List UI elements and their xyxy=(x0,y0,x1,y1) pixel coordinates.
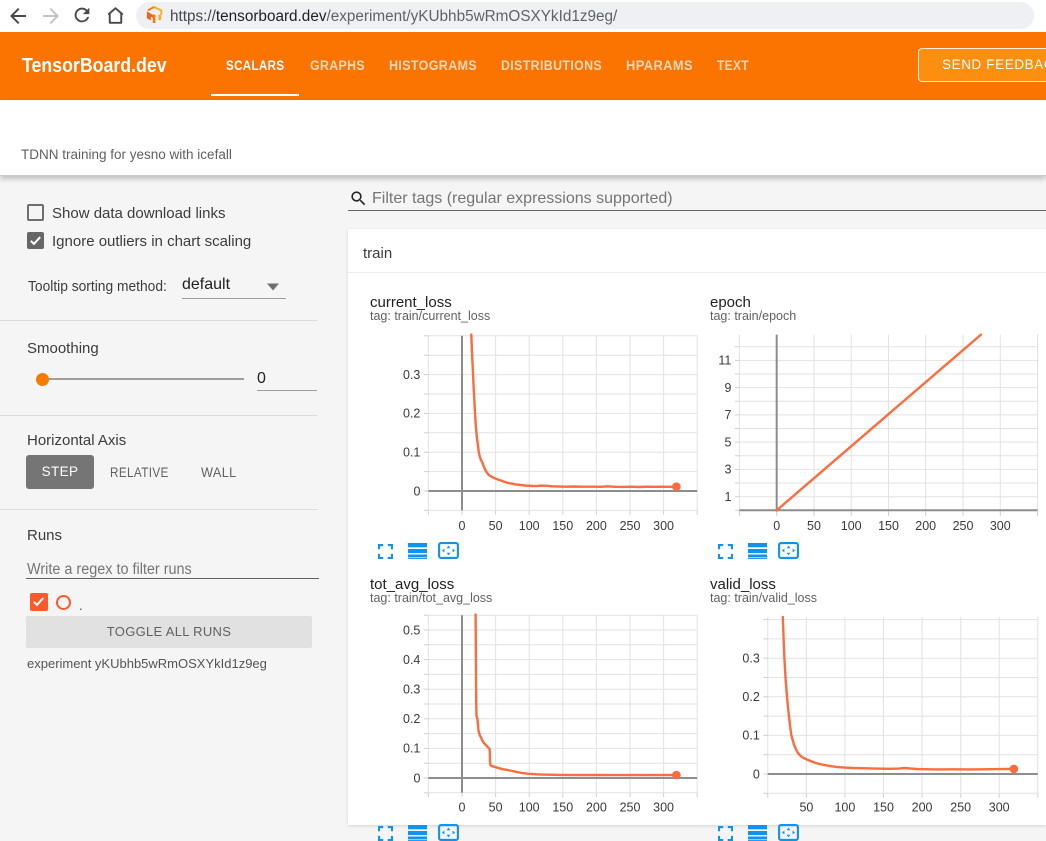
svg-text:0.2: 0.2 xyxy=(403,407,420,421)
svg-text:150: 150 xyxy=(878,519,899,533)
svg-text:0.3: 0.3 xyxy=(403,683,420,697)
svg-text:200: 200 xyxy=(586,519,607,533)
svg-text:0.5: 0.5 xyxy=(403,623,420,637)
svg-text:150: 150 xyxy=(552,801,573,815)
svg-text:0: 0 xyxy=(459,801,466,815)
svg-text:250: 250 xyxy=(953,519,974,533)
svg-text:50: 50 xyxy=(489,519,503,533)
svg-text:9: 9 xyxy=(724,381,731,395)
svg-text:3: 3 xyxy=(724,463,731,477)
svg-text:300: 300 xyxy=(653,801,674,815)
svg-text:0.2: 0.2 xyxy=(403,712,420,726)
svg-text:300: 300 xyxy=(653,519,674,533)
svg-text:7: 7 xyxy=(724,408,731,422)
svg-text:200: 200 xyxy=(912,801,933,815)
svg-text:150: 150 xyxy=(873,801,894,815)
svg-text:0.3: 0.3 xyxy=(742,652,759,666)
svg-text:0.2: 0.2 xyxy=(742,690,759,704)
svg-text:0.1: 0.1 xyxy=(742,729,759,743)
svg-text:0: 0 xyxy=(753,767,760,781)
svg-text:50: 50 xyxy=(489,801,503,815)
svg-text:250: 250 xyxy=(950,801,971,815)
svg-text:0: 0 xyxy=(413,771,420,785)
svg-text:0: 0 xyxy=(413,484,420,498)
svg-text:5: 5 xyxy=(724,435,731,449)
svg-text:300: 300 xyxy=(989,801,1010,815)
svg-text:0.1: 0.1 xyxy=(403,446,420,460)
svg-text:100: 100 xyxy=(519,519,540,533)
svg-text:200: 200 xyxy=(915,519,936,533)
svg-text:200: 200 xyxy=(586,801,607,815)
svg-text:100: 100 xyxy=(841,519,862,533)
svg-text:0.3: 0.3 xyxy=(403,368,420,382)
svg-text:0.4: 0.4 xyxy=(403,653,420,667)
svg-text:250: 250 xyxy=(620,801,641,815)
svg-text:0.1: 0.1 xyxy=(403,742,420,756)
svg-text:250: 250 xyxy=(620,519,641,533)
svg-text:150: 150 xyxy=(552,519,573,533)
svg-text:100: 100 xyxy=(834,801,855,815)
svg-text:50: 50 xyxy=(807,519,821,533)
svg-text:300: 300 xyxy=(990,519,1011,533)
svg-text:100: 100 xyxy=(519,801,540,815)
svg-text:0: 0 xyxy=(773,519,780,533)
svg-text:11: 11 xyxy=(718,354,731,368)
svg-text:1: 1 xyxy=(724,490,731,504)
svg-text:0: 0 xyxy=(459,519,466,533)
svg-text:50: 50 xyxy=(799,801,813,815)
